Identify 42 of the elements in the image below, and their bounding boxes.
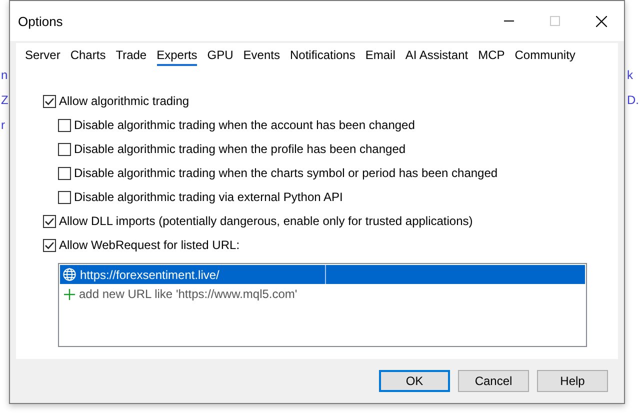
tab[interactable]: MCP — [478, 45, 505, 66]
tab[interactable]: Notifications — [290, 45, 356, 66]
tab[interactable]: Events — [243, 45, 280, 66]
url-text: https://forexsentiment.live/ — [80, 268, 220, 282]
checkbox-label[interactable]: Allow WebRequest for listed URL: — [59, 238, 240, 252]
add-url-hint: add new URL like 'https://www.mql5.com' — [79, 287, 298, 301]
tab[interactable]: GPU — [207, 45, 234, 66]
checkbox-label[interactable]: Disable algorithmic trading when the account has been changed — [74, 118, 415, 132]
checkbox-label[interactable]: Disable algorithmic trading via external Python API — [74, 190, 343, 204]
close-icon[interactable] — [596, 16, 606, 26]
checkbox-label[interactable]: Disable algorithmic trading when the profile has been changed — [74, 142, 406, 156]
globe-icon — [63, 268, 76, 281]
plus-icon — [64, 288, 75, 300]
checkbox[interactable] — [43, 238, 56, 252]
checkbox[interactable] — [58, 118, 71, 132]
background-text: Z — [1, 92, 8, 109]
checkbox[interactable] — [43, 94, 56, 108]
dialog-button[interactable]: Help — [537, 370, 608, 392]
checkbox-label[interactable]: Allow algorithmic trading — [59, 94, 190, 108]
background-text: D. — [627, 92, 639, 109]
tab[interactable]: Trade — [116, 45, 147, 66]
url-row[interactable]: https://forexsentiment.live/ — [60, 265, 585, 284]
minimize-icon[interactable] — [504, 20, 514, 22]
add-url-row[interactable]: add new URL like 'https://www.mql5.com' — [60, 284, 585, 304]
checkbox[interactable] — [58, 190, 71, 204]
tab[interactable]: Charts — [70, 45, 106, 66]
dialog-button[interactable]: Cancel — [458, 370, 529, 392]
background-text: r — [1, 117, 5, 134]
checkbox-label[interactable]: Allow DLL imports (potentially dangerous, enable only for trusted applications) — [59, 214, 473, 228]
background-text: n — [1, 67, 8, 84]
tab[interactable]: Experts — [156, 45, 198, 66]
checkbox[interactable] — [58, 142, 71, 156]
window-title: Options — [18, 14, 64, 28]
tab[interactable]: Server — [25, 45, 60, 66]
checkbox[interactable] — [43, 214, 56, 228]
tab[interactable]: Community — [514, 45, 576, 66]
tab[interactable]: Email — [365, 45, 396, 66]
background-text: k — [627, 67, 633, 84]
checkbox-label[interactable]: Disable algorithmic trading when the charts symbol or period has been changed — [74, 166, 498, 180]
dialog-button[interactable]: OK — [379, 370, 450, 392]
checkbox[interactable] — [58, 166, 71, 180]
tab[interactable]: AI Assistant — [405, 45, 468, 66]
